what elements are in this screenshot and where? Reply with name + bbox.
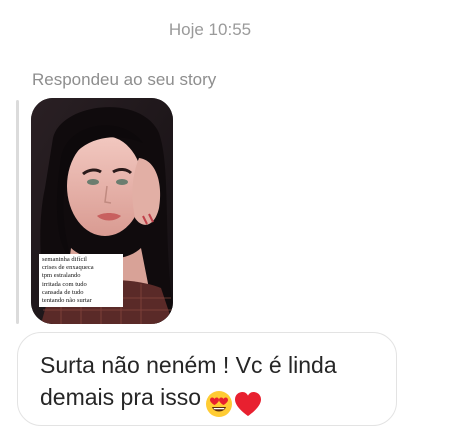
message-text: Surta não neném ! Vc é linda demais pra …	[40, 349, 374, 418]
message-timestamp: Hoje 10:55	[168, 20, 252, 39]
message-emojis	[205, 386, 263, 418]
story-caption-line: tpm estralando	[42, 272, 81, 280]
message-line-1: Surta não neném ! Vc é linda	[40, 352, 337, 378]
story-caption-line: irritada com tudo	[42, 280, 87, 288]
red-heart-emoji-icon	[235, 391, 262, 416]
story-caption-line: semaninha difícil	[42, 256, 87, 263]
message-bubble[interactable]: Surta não neném ! Vc é linda demais pra …	[17, 332, 397, 426]
story-caption-line: cansada de tudo	[42, 288, 84, 296]
story-caption-line: tentando não surtar	[42, 297, 92, 305]
heart-eyes-emoji-icon	[206, 390, 233, 417]
story-thumbnail[interactable]: semaninha difícil crises de enxaqueca tp…	[31, 98, 173, 324]
story-caption: semaninha difícil crises de enxaqueca tp…	[39, 254, 123, 308]
story-caption-line: crises de enxaqueca	[42, 264, 94, 272]
story-reply-label: Respondeu ao seu story	[32, 70, 217, 89]
message-line-2-text: demais pra isso	[40, 384, 202, 410]
message-line-2: demais pra isso	[40, 381, 374, 418]
reply-quote-bar	[16, 100, 19, 324]
